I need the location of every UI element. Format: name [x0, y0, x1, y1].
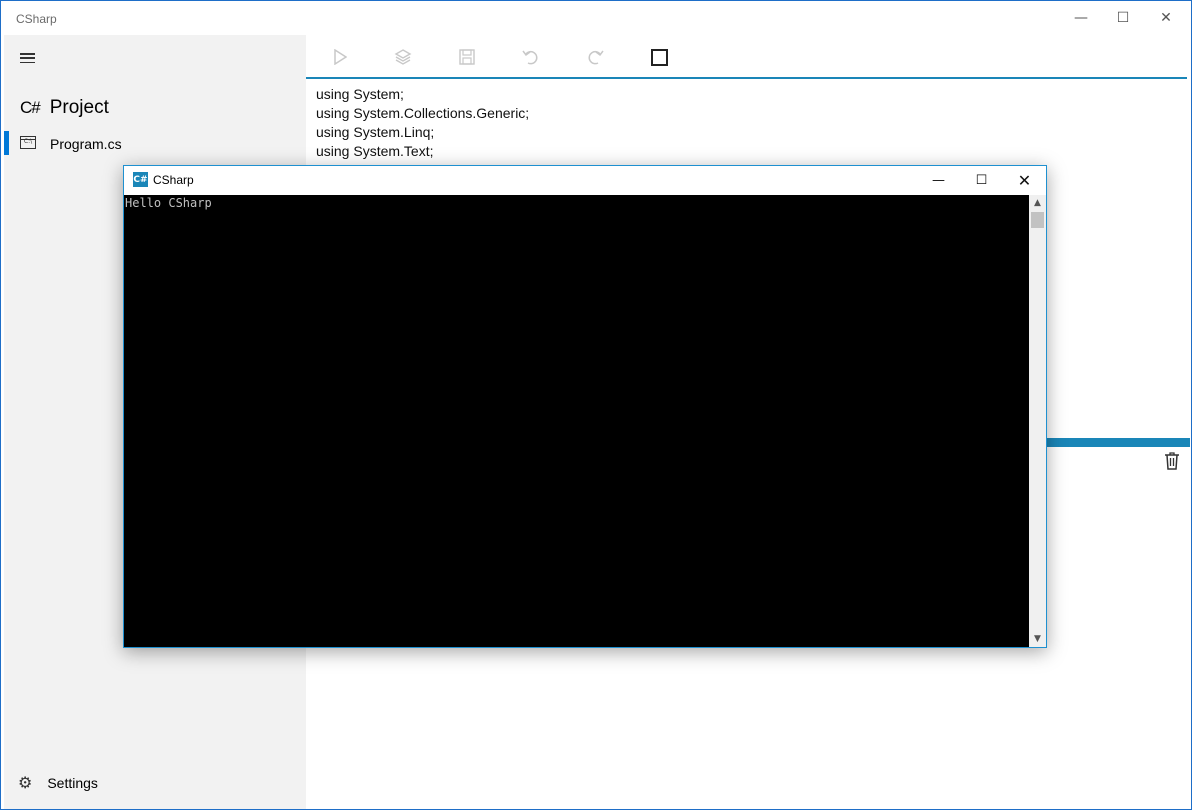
scroll-down-arrow-icon[interactable]: ▼	[1029, 631, 1046, 647]
stop-icon	[650, 48, 668, 66]
scroll-up-arrow-icon[interactable]: ▲	[1029, 195, 1046, 211]
minimize-button[interactable]: —	[1059, 1, 1103, 35]
console-window: C# CSharp — ☐ ✕ Hello CSharp ▲ ▼	[123, 165, 1047, 648]
hamburger-menu-icon[interactable]	[20, 51, 36, 65]
redo-button[interactable]	[581, 45, 609, 69]
console-text: Hello CSharp	[125, 196, 212, 210]
close-button[interactable]: ✕	[1144, 1, 1188, 35]
maximize-button[interactable]: ☐	[1101, 1, 1145, 35]
csharp-icon: C#	[20, 98, 41, 117]
undo-icon	[522, 50, 538, 65]
trash-icon	[1165, 452, 1179, 470]
play-icon	[334, 49, 347, 65]
settings-button[interactable]: ⚙ Settings	[18, 773, 98, 792]
console-title: CSharp	[153, 173, 194, 187]
console-scrollbar[interactable]: ▲ ▼	[1029, 195, 1046, 647]
sidebar-item-program-cs[interactable]: C:\ Program.cs	[4, 131, 306, 157]
undo-button[interactable]	[517, 45, 545, 69]
console-maximize-button[interactable]: ☐	[960, 166, 1003, 195]
console-output[interactable]: Hello CSharp	[124, 195, 1029, 647]
layers-icon	[394, 49, 412, 65]
build-button[interactable]	[389, 45, 417, 69]
console-close-button[interactable]: ✕	[1003, 166, 1046, 195]
console-title-bar[interactable]: C# CSharp — ☐ ✕	[124, 166, 1046, 195]
title-bar: CSharp — ☐ ✕	[1, 1, 1191, 35]
gear-icon: ⚙	[18, 773, 33, 792]
stop-button[interactable]	[645, 45, 673, 69]
project-header: C# Project	[20, 97, 109, 119]
code-line: using System;	[316, 86, 404, 102]
app-title: CSharp	[16, 12, 57, 26]
scroll-thumb[interactable]	[1031, 212, 1044, 228]
clear-output-button[interactable]	[1162, 451, 1182, 471]
settings-label: Settings	[47, 774, 98, 791]
save-button[interactable]	[453, 45, 481, 69]
console-minimize-button[interactable]: —	[917, 166, 960, 195]
code-line: using System.Linq;	[316, 124, 435, 140]
run-button[interactable]	[326, 45, 354, 69]
hamburger-line	[20, 57, 35, 59]
editor-toolbar	[306, 35, 1187, 79]
console-file-icon: C:\	[20, 136, 36, 149]
csharp-app-icon: C#	[133, 172, 148, 187]
hamburger-line	[20, 53, 35, 55]
code-line: using System.Collections.Generic;	[316, 105, 530, 121]
selection-indicator	[4, 131, 9, 155]
hamburger-line	[20, 61, 35, 63]
sidebar-item-label: Program.cs	[50, 136, 122, 152]
code-line: using System.Text;	[316, 143, 434, 159]
redo-icon	[588, 50, 604, 65]
project-title: Project	[49, 97, 109, 118]
save-icon	[459, 49, 475, 65]
